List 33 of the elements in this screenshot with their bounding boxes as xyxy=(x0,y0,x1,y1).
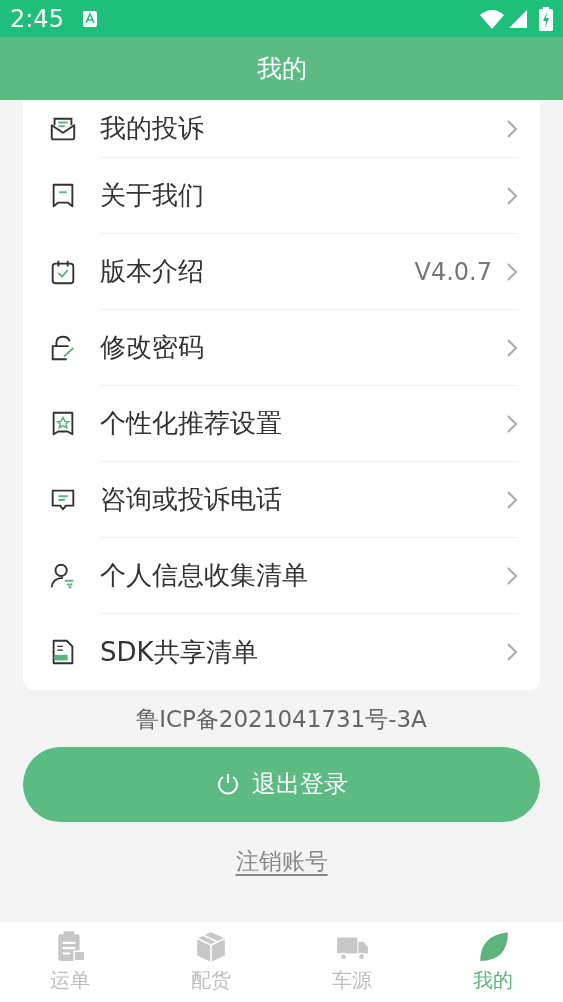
chevron-icon xyxy=(506,261,518,282)
wifi-icon xyxy=(479,8,505,29)
chevron-icon xyxy=(506,118,518,139)
menu-item[interactable]: 版本介绍 V4.0.7 xyxy=(23,234,540,310)
battery-icon xyxy=(539,6,553,31)
menu-label: 我的投诉 xyxy=(100,112,205,145)
chevron-icon xyxy=(506,337,518,358)
menu-label: 修改密码 xyxy=(100,331,205,364)
chevron-icon xyxy=(506,565,518,586)
signal-icon xyxy=(509,9,527,28)
chevron-icon xyxy=(506,642,518,662)
menu-item[interactable]: 个人信息收集清单 xyxy=(23,538,540,614)
menu-label: 版本介绍 xyxy=(100,255,205,288)
menu-item[interactable]: 我的投诉 xyxy=(23,100,540,158)
page-title: 我的 xyxy=(0,37,563,100)
chevron-icon xyxy=(506,185,518,206)
icp-text: 鲁ICP备2021041731号-3A xyxy=(135,705,428,734)
chevron-icon xyxy=(506,489,518,510)
menu-item[interactable]: 个性化推荐设置 xyxy=(23,386,540,462)
clock-text: 2:45 xyxy=(10,3,64,35)
version-text: V4.0.7 xyxy=(414,256,492,288)
menu-item[interactable]: 修改密码 xyxy=(23,310,540,386)
menu-item[interactable]: 咨询或投诉电话 xyxy=(23,462,540,538)
chevron-icon xyxy=(506,413,518,434)
keyboard-icon xyxy=(81,9,98,28)
menu-label: 关于我们 xyxy=(100,179,205,212)
menu-label: 个性化推荐设置 xyxy=(100,407,283,440)
menu-label: SDK共享清单 xyxy=(100,635,259,669)
menu-item[interactable]: SDK共享清单 xyxy=(23,614,540,690)
menu-label: 咨询或投诉电话 xyxy=(100,483,283,516)
menu-label: 个人信息收集清单 xyxy=(100,559,309,592)
power-icon xyxy=(215,772,240,796)
menu-item[interactable]: 关于我们 xyxy=(23,158,540,234)
